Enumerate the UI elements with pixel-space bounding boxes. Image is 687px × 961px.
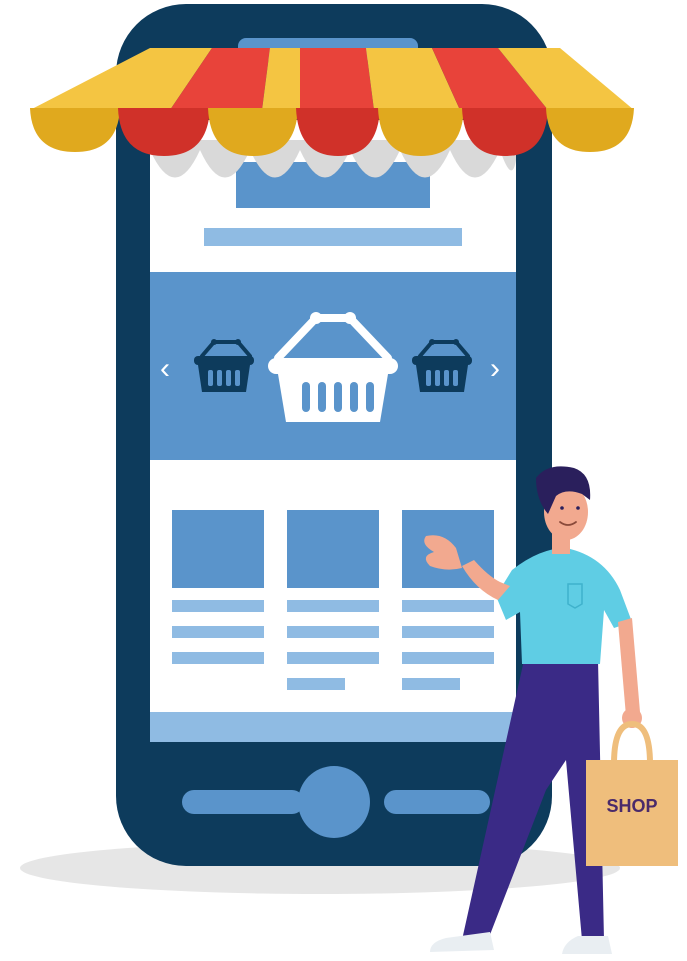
product-card[interactable] bbox=[287, 510, 379, 690]
carousel-banner[interactable]: ‹ › bbox=[150, 272, 516, 460]
product-text-line bbox=[172, 626, 264, 638]
carousel-next-arrow[interactable]: › bbox=[490, 352, 500, 385]
product-text-line bbox=[287, 626, 379, 638]
shop-illustration: ‹ › SHOP bbox=[20, 4, 678, 954]
eye bbox=[560, 506, 564, 510]
product-text-line bbox=[172, 652, 264, 664]
product-text-line bbox=[402, 600, 494, 612]
product-image bbox=[287, 510, 379, 588]
product-text-line bbox=[287, 678, 345, 690]
product-text-line bbox=[287, 652, 379, 664]
carousel-prev-arrow[interactable]: ‹ bbox=[160, 352, 170, 385]
product-text-line bbox=[402, 626, 494, 638]
product-card[interactable] bbox=[402, 510, 494, 690]
left-shoe bbox=[430, 932, 494, 952]
home-button[interactable] bbox=[298, 766, 370, 838]
product-text-line bbox=[287, 600, 379, 612]
eye bbox=[576, 506, 580, 510]
bag-handle bbox=[611, 720, 653, 765]
awning-scallop bbox=[30, 108, 120, 152]
right-shoe bbox=[562, 936, 612, 954]
product-text-line bbox=[172, 600, 264, 612]
awning-stripe bbox=[300, 48, 374, 110]
screen-footer-bar bbox=[150, 712, 516, 742]
awning-scallop bbox=[546, 108, 634, 152]
product-text-line bbox=[402, 678, 460, 690]
header-subtitle-bar bbox=[204, 228, 462, 246]
lower-arm bbox=[618, 618, 640, 716]
product-image bbox=[172, 510, 264, 588]
right-nav-bar[interactable] bbox=[384, 790, 490, 814]
bag-label: SHOP bbox=[606, 796, 657, 816]
left-nav-bar[interactable] bbox=[182, 790, 304, 814]
product-text-line bbox=[402, 652, 494, 664]
